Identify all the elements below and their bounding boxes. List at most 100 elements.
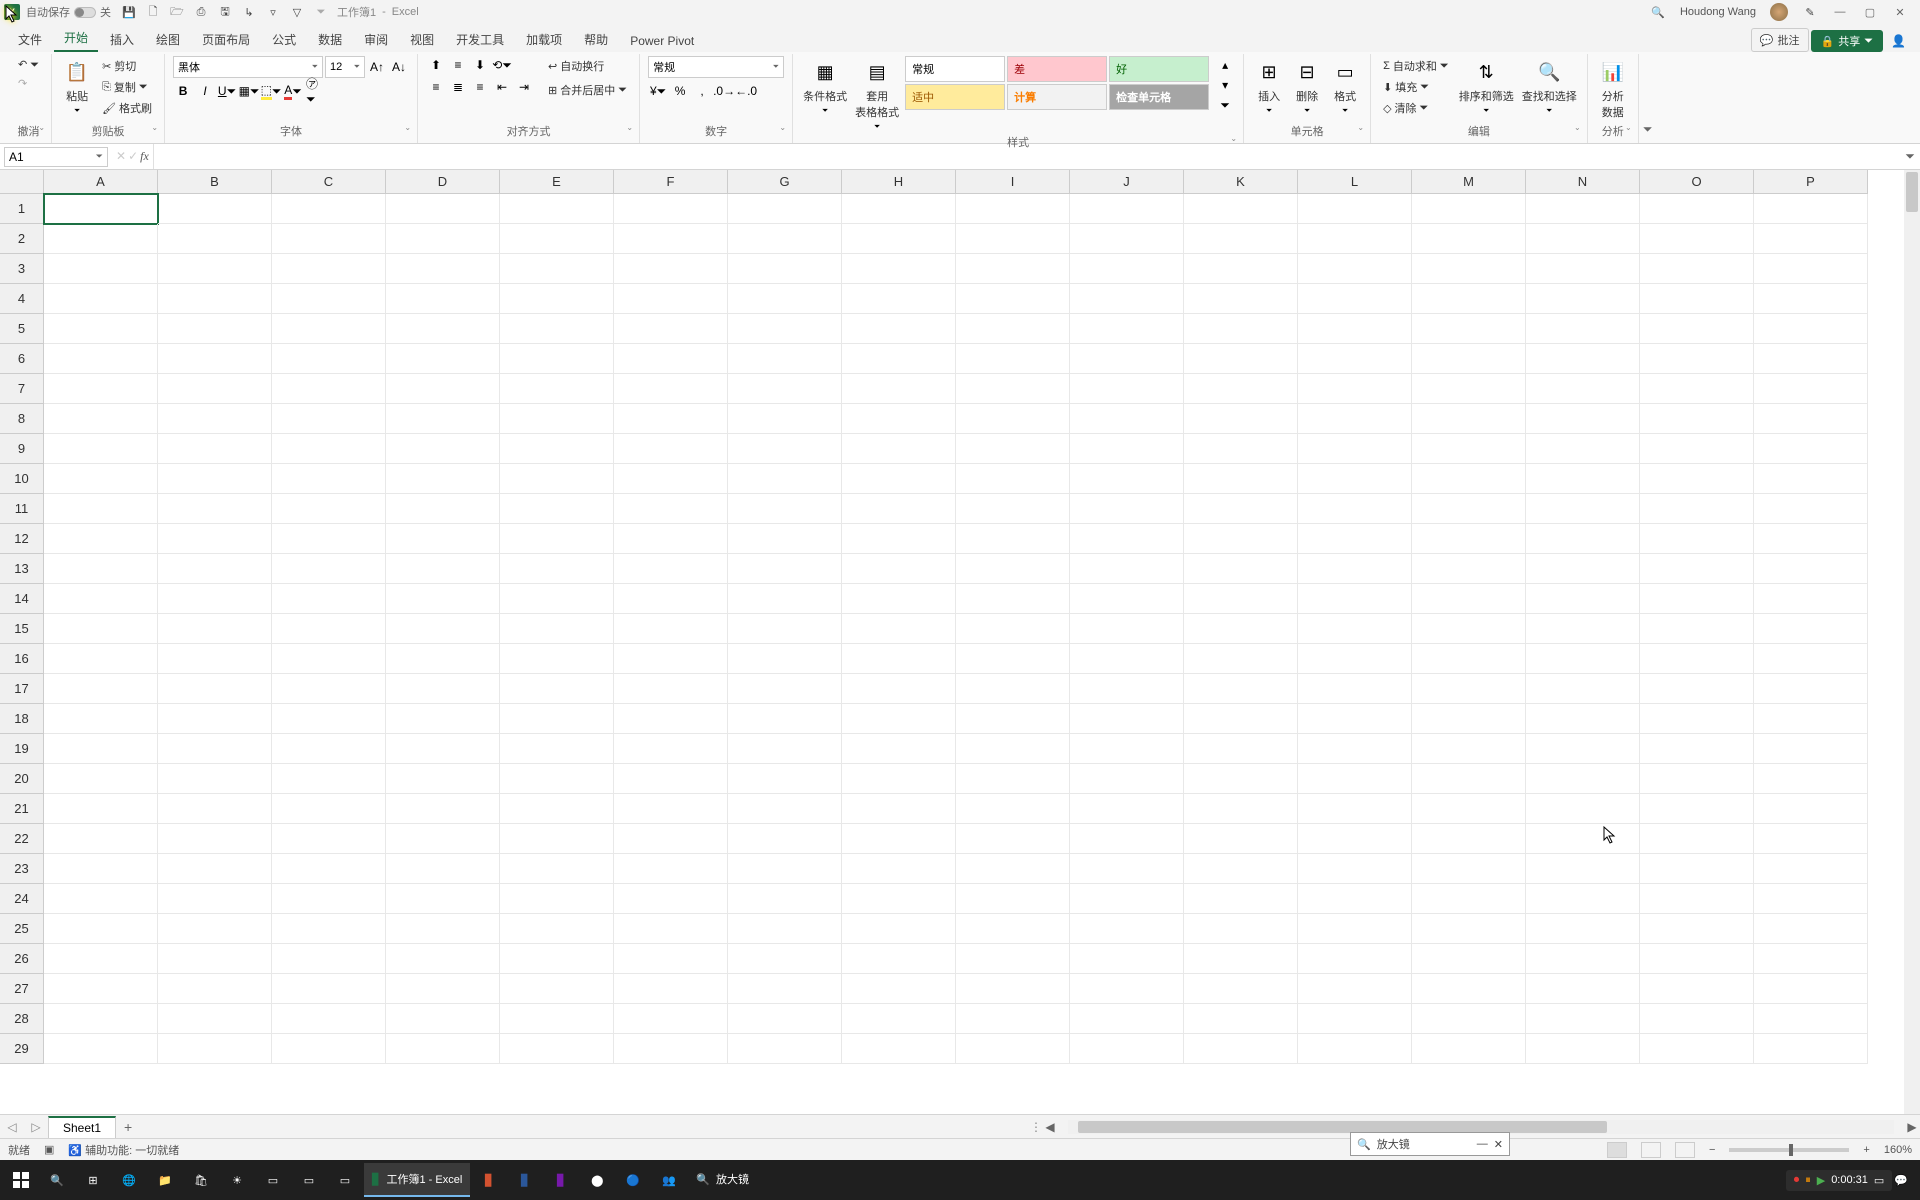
cell[interactable] bbox=[1640, 824, 1754, 854]
cell[interactable] bbox=[728, 284, 842, 314]
conditional-format-button[interactable]: ▦条件格式⏷ bbox=[801, 56, 849, 118]
teams-icon[interactable]: 👥 bbox=[652, 1163, 686, 1197]
cell[interactable] bbox=[1070, 734, 1184, 764]
align-right-icon[interactable]: ≡ bbox=[470, 78, 490, 96]
cell[interactable] bbox=[386, 884, 500, 914]
close-icon[interactable]: ✕ bbox=[1892, 4, 1908, 20]
cell[interactable] bbox=[44, 974, 158, 1004]
cell[interactable] bbox=[500, 1034, 614, 1064]
cell[interactable] bbox=[272, 1034, 386, 1064]
tab-data[interactable]: 数据 bbox=[308, 27, 352, 52]
cell[interactable] bbox=[1070, 524, 1184, 554]
cell[interactable] bbox=[1184, 914, 1298, 944]
cell[interactable] bbox=[44, 194, 158, 224]
cell[interactable] bbox=[1412, 314, 1526, 344]
cell[interactable] bbox=[614, 914, 728, 944]
cell[interactable] bbox=[1298, 194, 1412, 224]
cell[interactable] bbox=[842, 404, 956, 434]
style-check[interactable]: 检查单元格 bbox=[1109, 84, 1209, 110]
cell[interactable] bbox=[842, 734, 956, 764]
format-cells-button[interactable]: ▭格式⏷ bbox=[1328, 56, 1362, 118]
cell[interactable] bbox=[386, 614, 500, 644]
cell[interactable] bbox=[158, 764, 272, 794]
tab-home[interactable]: 开始 bbox=[54, 25, 98, 52]
cell[interactable] bbox=[1640, 1004, 1754, 1034]
format-painter-button[interactable]: 🖌 格式刷 bbox=[98, 98, 156, 118]
cell[interactable] bbox=[500, 974, 614, 1004]
cell[interactable] bbox=[158, 794, 272, 824]
cell[interactable] bbox=[1184, 524, 1298, 554]
cell[interactable] bbox=[728, 1004, 842, 1034]
undo-button[interactable]: ↶ ⏷ bbox=[14, 56, 43, 74]
cell[interactable] bbox=[272, 914, 386, 944]
cell[interactable] bbox=[386, 284, 500, 314]
align-top-icon[interactable]: ⬆ bbox=[426, 56, 446, 74]
cell[interactable] bbox=[500, 854, 614, 884]
cell[interactable] bbox=[1754, 914, 1868, 944]
cell[interactable] bbox=[1754, 584, 1868, 614]
cell[interactable] bbox=[1526, 404, 1640, 434]
cell[interactable] bbox=[1070, 494, 1184, 524]
cell[interactable] bbox=[614, 674, 728, 704]
cell[interactable] bbox=[1526, 884, 1640, 914]
cell[interactable] bbox=[272, 554, 386, 584]
cell[interactable] bbox=[500, 464, 614, 494]
cell[interactable] bbox=[1298, 404, 1412, 434]
cell[interactable] bbox=[44, 914, 158, 944]
cell[interactable] bbox=[842, 344, 956, 374]
column-header[interactable]: E bbox=[500, 170, 614, 194]
privacy-icon[interactable]: ✎ bbox=[1802, 4, 1818, 20]
column-header[interactable]: B bbox=[158, 170, 272, 194]
cell[interactable] bbox=[386, 824, 500, 854]
cell[interactable] bbox=[1184, 944, 1298, 974]
taskbar-excel[interactable]: ▊工作簿1 - Excel bbox=[364, 1163, 470, 1197]
cell[interactable] bbox=[956, 734, 1070, 764]
cell[interactable] bbox=[272, 854, 386, 884]
cell[interactable] bbox=[956, 254, 1070, 284]
cell[interactable] bbox=[44, 884, 158, 914]
cell[interactable] bbox=[728, 704, 842, 734]
cell[interactable] bbox=[272, 704, 386, 734]
cell[interactable] bbox=[158, 1034, 272, 1064]
sheet-tab[interactable]: Sheet1 bbox=[48, 1116, 116, 1138]
system-tray[interactable]: 💬 bbox=[1894, 1174, 1916, 1187]
cell[interactable] bbox=[728, 494, 842, 524]
cell[interactable] bbox=[158, 554, 272, 584]
cell[interactable] bbox=[500, 914, 614, 944]
font-color-button[interactable]: A⏷ bbox=[283, 82, 303, 100]
tray-chat-icon[interactable]: 💬 bbox=[1894, 1174, 1908, 1187]
delete-cells-button[interactable]: ⊟删除⏷ bbox=[1290, 56, 1324, 118]
print-icon[interactable]: ⎙ bbox=[193, 4, 209, 20]
cell[interactable] bbox=[1070, 854, 1184, 884]
cell[interactable] bbox=[842, 704, 956, 734]
chrome-icon[interactable]: 🔵 bbox=[616, 1163, 650, 1197]
cell[interactable] bbox=[500, 644, 614, 674]
cell[interactable] bbox=[386, 374, 500, 404]
cell[interactable] bbox=[614, 614, 728, 644]
cell[interactable] bbox=[1526, 524, 1640, 554]
cell[interactable] bbox=[728, 554, 842, 584]
autosum-button[interactable]: Σ 自动求和 ⏷ bbox=[1379, 56, 1453, 76]
cells-area[interactable] bbox=[44, 194, 1868, 1064]
cell[interactable] bbox=[1412, 344, 1526, 374]
align-center-icon[interactable]: ≣ bbox=[448, 78, 468, 96]
cell[interactable] bbox=[1184, 674, 1298, 704]
cell[interactable] bbox=[1184, 854, 1298, 884]
cell[interactable] bbox=[1412, 194, 1526, 224]
cell[interactable] bbox=[1526, 794, 1640, 824]
cell[interactable] bbox=[1526, 284, 1640, 314]
cell[interactable] bbox=[1754, 404, 1868, 434]
column-header[interactable]: M bbox=[1412, 170, 1526, 194]
cell[interactable] bbox=[1526, 194, 1640, 224]
find-select-button[interactable]: 🔍查找和选择⏷ bbox=[1520, 56, 1579, 118]
cell[interactable] bbox=[614, 284, 728, 314]
cell[interactable] bbox=[842, 674, 956, 704]
cell[interactable] bbox=[500, 344, 614, 374]
cell[interactable] bbox=[728, 764, 842, 794]
cell[interactable] bbox=[1754, 464, 1868, 494]
cell[interactable] bbox=[614, 884, 728, 914]
cell[interactable] bbox=[614, 224, 728, 254]
cut-button[interactable]: ✂ 剪切 bbox=[98, 56, 156, 76]
share-button[interactable]: 🔒 共享 ⏷ bbox=[1811, 30, 1884, 52]
cell[interactable] bbox=[1070, 704, 1184, 734]
